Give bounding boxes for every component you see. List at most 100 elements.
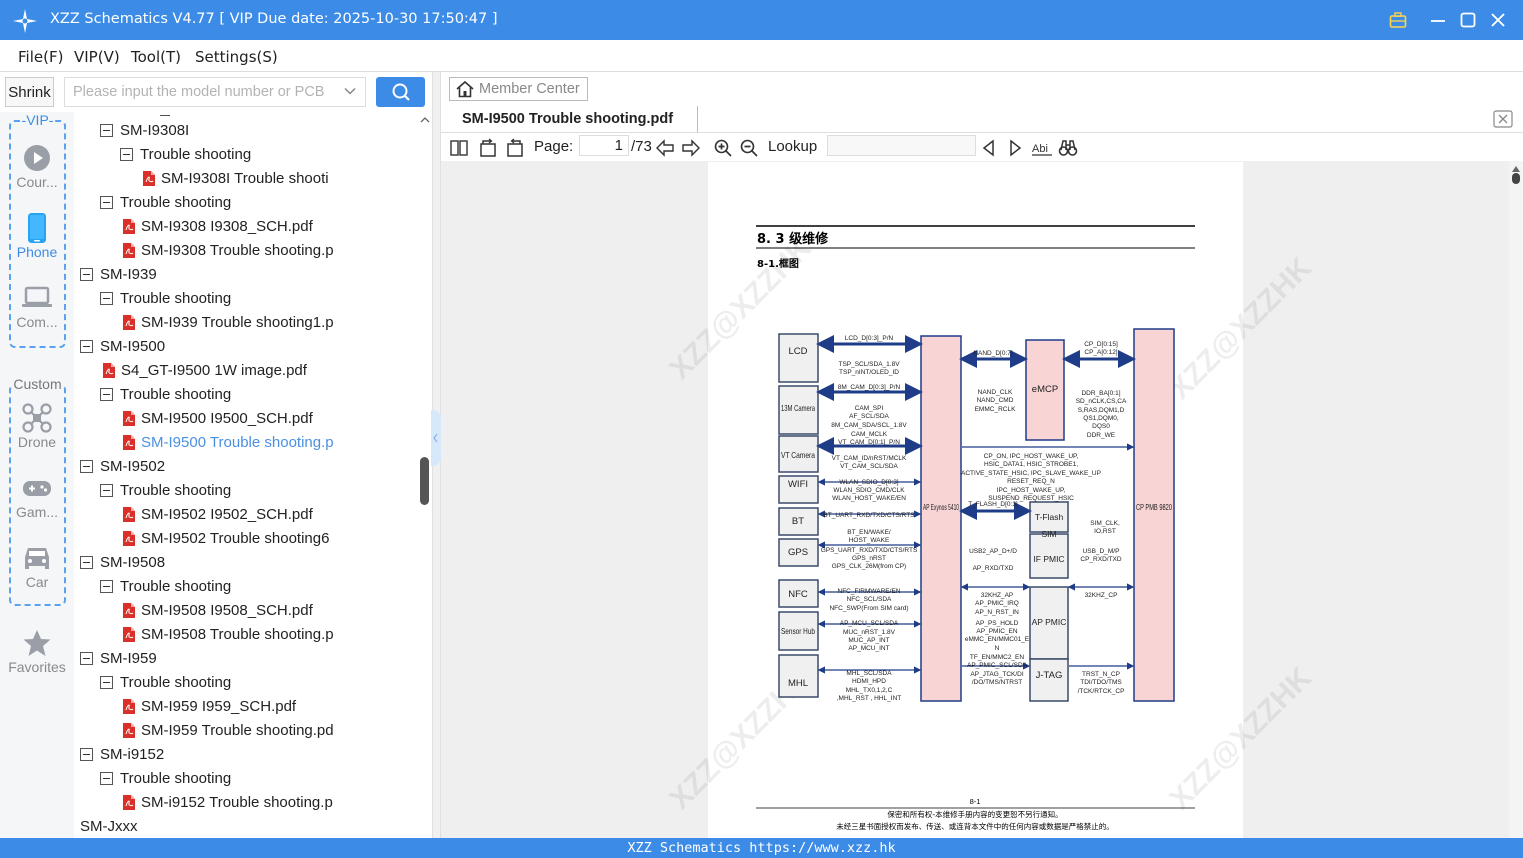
collapse-toggle-icon[interactable]: [100, 195, 113, 209]
collapse-toggle-icon[interactable]: [100, 483, 113, 497]
sidebar-item-car[interactable]: Car: [0, 542, 74, 604]
tree-folder[interactable]: Trouble shooting: [100, 478, 231, 502]
find-previous-icon[interactable]: [979, 138, 999, 158]
binoculars-icon[interactable]: [1058, 138, 1078, 158]
tree-folder[interactable]: Trouble shooting: [120, 142, 251, 166]
collapse-toggle-icon[interactable]: [100, 123, 113, 137]
tree-scrollbar-thumb[interactable]: [420, 457, 429, 505]
shrink-button[interactable]: Shrink: [5, 77, 54, 107]
collapse-toggle-icon[interactable]: [100, 579, 113, 593]
pdf-file-icon: [123, 794, 135, 810]
block-label: GPS: [788, 547, 808, 558]
tree-pdf-item[interactable]: S4_GT-I9500 1W image.pdf: [102, 358, 307, 382]
block-ap: [920, 335, 962, 702]
collapse-toggle-icon[interactable]: [80, 555, 93, 569]
collapse-toggle-icon[interactable]: [100, 387, 113, 401]
viewer-scrollbar-thumb[interactable]: [1512, 173, 1520, 184]
tree-folder[interactable]: Trouble shooting: [100, 190, 231, 214]
collapse-toggle-icon[interactable]: [120, 147, 133, 161]
sidebar-item-drone[interactable]: Drone: [0, 402, 74, 464]
match-case-icon[interactable]: Abi: [1031, 138, 1053, 158]
collapse-toggle-icon[interactable]: [80, 267, 93, 281]
tree-pdf-item[interactable]: SM-I9308 I9308_SCH.pdf: [122, 214, 313, 238]
tree-folder[interactable]: SM-I9500: [80, 334, 165, 358]
chevron-down-icon[interactable]: [343, 84, 357, 98]
tree-pdf-item[interactable]: SM-I9502 Trouble shooting6: [122, 526, 329, 550]
zoom-in-icon[interactable]: [713, 138, 733, 158]
pdf-viewer[interactable]: XZZ@XZZHK XZZ@XZZHK XZZ@XZZHK XZZ@XZZHK …: [441, 161, 1509, 838]
menu-file[interactable]: File(F): [18, 48, 63, 66]
zoom-out-icon[interactable]: [739, 138, 759, 158]
tree-item-label: Trouble shooting: [120, 577, 232, 595]
rotate-left-icon[interactable]: [478, 138, 498, 158]
viewer-scrollbar[interactable]: [1509, 161, 1523, 838]
minimize-button[interactable]: [1427, 8, 1449, 32]
sidebar-item-phone[interactable]: Phone: [0, 212, 74, 274]
collapse-toggle-icon[interactable]: [100, 771, 113, 785]
tree-pdf-item[interactable]: SM-I9308I Trouble shooti: [142, 166, 329, 190]
tree-pdf-item[interactable]: SM-I9508 I9508_SCH.pdf: [122, 598, 313, 622]
collapse-toggle-icon[interactable]: [80, 651, 93, 665]
menu-vip[interactable]: VIP(V): [74, 48, 120, 66]
two-page-icon[interactable]: [449, 138, 469, 158]
tree-folder[interactable]: SM-I959: [80, 646, 157, 670]
pdf-heading: 8. 3 级维修: [757, 231, 829, 247]
close-button[interactable]: [1487, 8, 1509, 32]
page-number-input[interactable]: 1: [579, 135, 629, 156]
tree-scrollbar[interactable]: [418, 112, 432, 838]
model-search-combobox[interactable]: [64, 77, 366, 107]
briefcase-icon[interactable]: [1387, 8, 1409, 32]
tree-folder[interactable]: Trouble shooting: [100, 670, 231, 694]
sidebar-item-computer[interactable]: Com...: [0, 282, 74, 344]
tree-folder[interactable]: SM-I9508: [80, 550, 165, 574]
tree-pdf-item[interactable]: SM-I959 I959_SCH.pdf: [122, 694, 296, 718]
scroll-up-icon[interactable]: [1512, 166, 1520, 172]
tree-folder[interactable]: SM-Jxxx: [74, 814, 138, 838]
menu-tool[interactable]: Tool(T): [131, 48, 181, 66]
sidebar-item-game[interactable]: Gam...: [0, 472, 74, 534]
collapse-toggle-icon[interactable]: [100, 291, 113, 305]
tree-pdf-item[interactable]: SM-I9500 Trouble shooting.p: [122, 430, 334, 454]
tree-pdf-item[interactable]: SM-I9502 I9502_SCH.pdf: [122, 502, 313, 526]
close-document-icon[interactable]: [1493, 110, 1513, 128]
signal-label: VT_CAM_D[0:1]_P/N: [838, 439, 900, 446]
tree-folder[interactable]: Trouble shooting: [100, 766, 231, 790]
tree-folder[interactable]: SM-I9308I: [100, 118, 189, 142]
lookup-input[interactable]: [827, 135, 976, 156]
tree-folder[interactable]: Trouble shooting: [100, 286, 231, 310]
collapse-toggle-icon[interactable]: [80, 339, 93, 353]
menu-settings[interactable]: Settings(S): [195, 48, 278, 66]
tree-folder[interactable]: Trouble shooting: [100, 574, 231, 598]
tree-pdf-item[interactable]: SM-I9508 Trouble shooting.p: [122, 622, 334, 646]
tree-folder[interactable]: Trouble shooting: [100, 382, 231, 406]
search-button[interactable]: [376, 77, 425, 107]
signal-label: NAND_D[0:7]: [973, 350, 1013, 357]
tree-folder[interactable]: SM-I9502: [80, 454, 165, 478]
document-tab[interactable]: SM-I9500 Trouble shooting.pdf: [449, 106, 698, 133]
collapse-toggle-icon[interactable]: [80, 459, 93, 473]
tree-pdf-item[interactable]: SM-i9152 Trouble shooting.p: [122, 790, 333, 814]
member-center-button[interactable]: Member Center: [449, 77, 588, 101]
scroll-up-icon[interactable]: [420, 116, 430, 124]
signal-label: TSP_nINT/OLED_ID: [839, 369, 899, 376]
tree-item-label: Trouble shooting: [120, 673, 232, 691]
sidebar-item-favorites[interactable]: Favorites: [0, 627, 74, 689]
tree-pdf-item[interactable]: SM-I939 Trouble shooting1.p: [122, 310, 334, 334]
tree-pdf-item[interactable]: SM-I9500 I9500_SCH.pdf: [122, 406, 313, 430]
collapse-toggle-icon[interactable]: [80, 747, 93, 761]
tree-pdf-item[interactable]: SM-I959 Trouble shooting.pd: [122, 718, 334, 742]
search-input[interactable]: [65, 78, 335, 106]
sidebar-item-courses[interactable]: Cour...: [0, 142, 74, 204]
maximize-button[interactable]: [1457, 8, 1479, 32]
arrow-left-icon[interactable]: [655, 138, 675, 158]
tree-folder[interactable]: SM-I939: [80, 262, 157, 286]
block-label: AP Exynos 5410: [923, 502, 959, 512]
collapse-toggle-icon[interactable]: [100, 675, 113, 689]
arrow-right-icon[interactable]: [681, 138, 701, 158]
tree-pdf-item[interactable]: SM-I9308 Trouble shooting.p: [122, 238, 334, 262]
tree-item-label: Trouble shooting: [120, 289, 232, 307]
rotate-right-icon[interactable]: [505, 138, 525, 158]
find-next-icon[interactable]: [1005, 138, 1025, 158]
tree-folder[interactable]: SM-i9152: [80, 742, 164, 766]
collapse-panel-handle[interactable]: [431, 410, 441, 466]
